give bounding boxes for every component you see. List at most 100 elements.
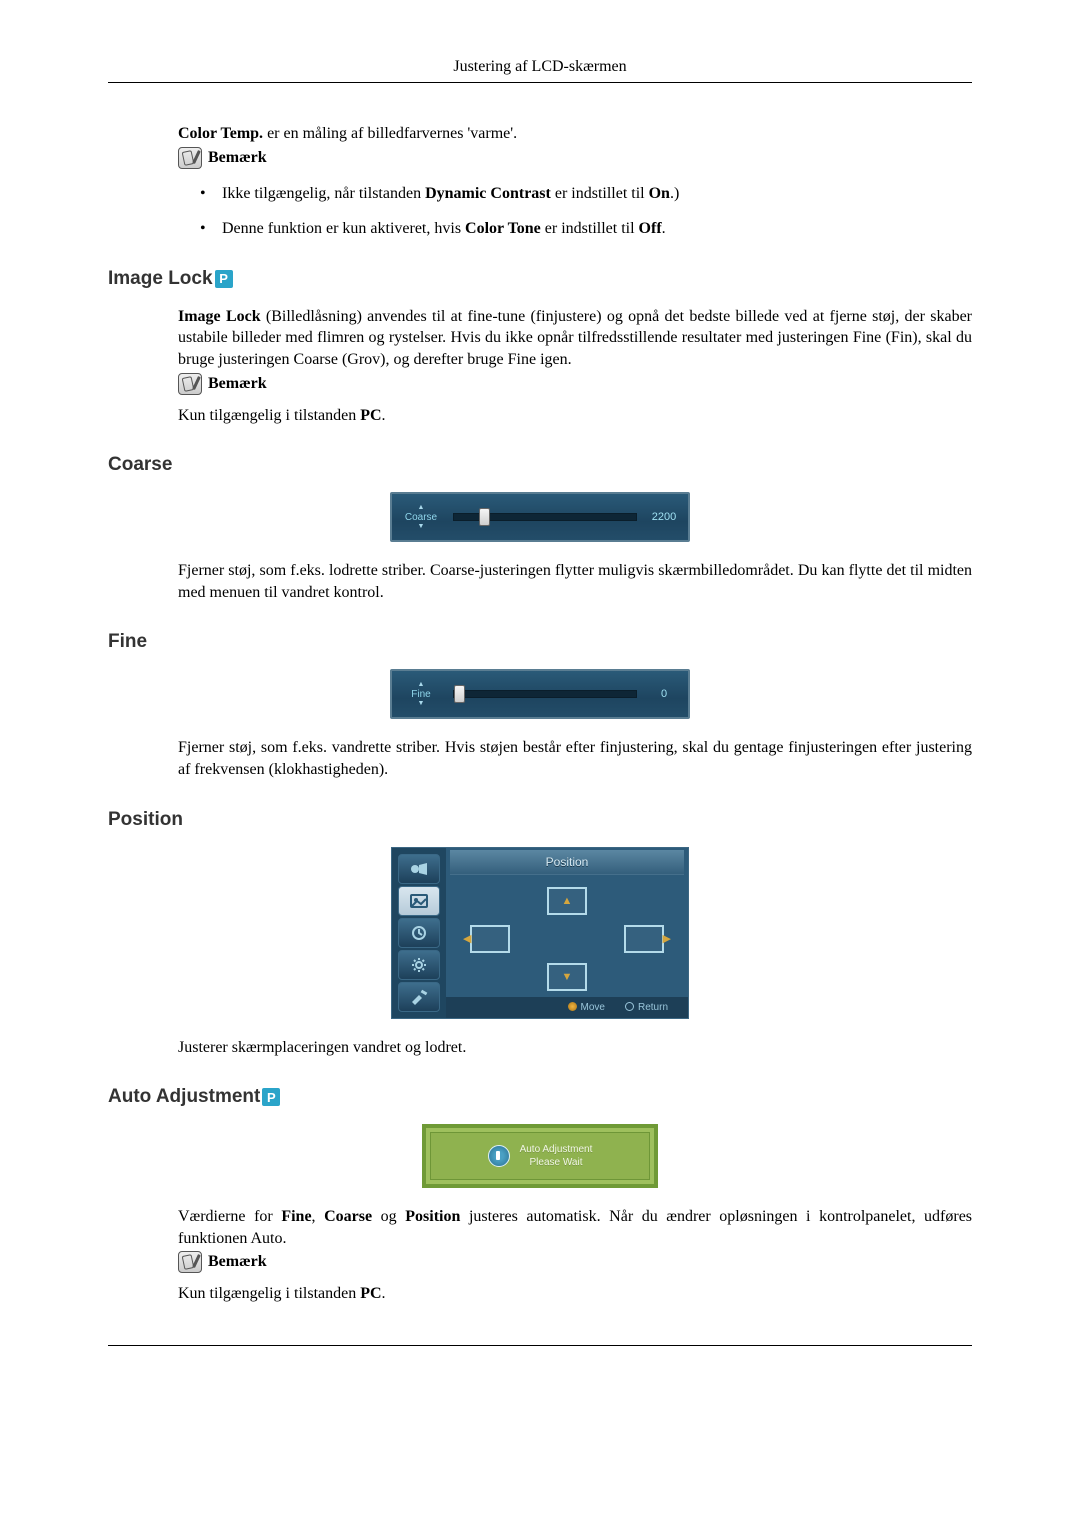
osd-side-item[interactable] — [398, 854, 440, 884]
section-auto-adjustment: Auto Adjustment P — [108, 1086, 972, 1108]
list-item: Denne funktion er kun aktiveret, hvis Co… — [194, 218, 972, 240]
image-lock-note-text: Kun tilgængelig i tilstanden PC. — [178, 405, 972, 427]
fine-slider-track[interactable] — [447, 674, 643, 714]
section-title-text: Image Lock — [108, 268, 213, 290]
section-fine: Fine — [108, 631, 972, 653]
osd-title: Position — [450, 850, 684, 875]
osd-side-item[interactable] — [398, 918, 440, 948]
auto-text: Auto Adjustment Please Wait — [520, 1143, 593, 1169]
fine-desc: Fjerner støj, som f.eks. vandrette strib… — [178, 737, 972, 780]
osd-side-item[interactable] — [398, 982, 440, 1012]
note-icon — [178, 373, 202, 395]
up-triangle-icon: ▲ — [418, 681, 425, 689]
note-row-1: Bemærk — [178, 147, 972, 169]
list-item: Ikke tilgængelig, når tilstanden Dynamic… — [194, 183, 972, 205]
osd-side-item-selected[interactable] — [398, 886, 440, 916]
pc-badge-icon: P — [215, 270, 233, 288]
slider-label: Coarse — [405, 512, 437, 523]
coarse-slider-label-group: ▲ Coarse ▼ — [395, 497, 447, 537]
txt: Off — [639, 220, 662, 237]
txt: Coarse — [324, 1208, 372, 1225]
down-triangle-icon: ▼ — [418, 700, 425, 708]
arrow-up-icon: ▲ — [562, 895, 573, 907]
section-title-text: Coarse — [108, 454, 172, 476]
note-icon — [178, 1251, 202, 1273]
txt: Kun tilgængelig i tilstanden — [178, 407, 360, 424]
txt: er indstillet til — [541, 220, 639, 237]
txt: .) — [670, 185, 679, 202]
section-image-lock: Image Lock P — [108, 268, 972, 290]
arrow-left-icon: ◀ — [463, 932, 471, 945]
txt: (Billedlåsning) anvendes til at fine-tun… — [178, 308, 972, 368]
pos-up[interactable]: ▲ — [547, 887, 587, 915]
coarse-desc: Fjerner støj, som f.eks. lodrette stribe… — [178, 560, 972, 603]
pos-left[interactable]: ◀ — [470, 925, 510, 953]
txt: Denne funktion er kun aktiveret, hvis — [222, 220, 465, 237]
fine-slider-panel: ▲ Fine ▼ 0 — [390, 669, 690, 719]
txt: Dynamic Contrast — [425, 185, 551, 202]
color-temp-bullets: Ikke tilgængelig, når tilstanden Dynamic… — [108, 183, 972, 240]
pos-down[interactable]: ▼ — [547, 963, 587, 991]
txt: , — [312, 1208, 325, 1225]
note-row-3: Bemærk — [178, 1251, 972, 1273]
arrow-right-icon: ▶ — [663, 932, 671, 945]
section-title-text: Auto Adjustment — [108, 1086, 260, 1108]
note-label: Bemærk — [208, 375, 267, 393]
color-temp-rest: er en måling af billedfarvernes 'varme'. — [263, 125, 517, 142]
note-label: Bemærk — [208, 149, 267, 167]
auto-para: Værdierne for Fine, Coarse og Position j… — [178, 1206, 972, 1249]
txt: Please Wait — [520, 1156, 593, 1169]
position-pad[interactable]: ▲ ◀ ▶ ▼ — [446, 877, 688, 997]
txt: Auto Adjustment — [520, 1143, 593, 1156]
txt: Position — [405, 1208, 460, 1225]
osd-footer: Move Return — [446, 997, 688, 1018]
position-desc: Justerer skærmplaceringen vandret og lod… — [178, 1037, 972, 1059]
pc-badge-icon: P — [262, 1088, 280, 1106]
osd-side-menu — [392, 848, 446, 1018]
note-row-2: Bemærk — [178, 373, 972, 395]
footer-return: Return — [625, 1002, 668, 1013]
info-icon — [488, 1145, 510, 1167]
up-triangle-icon: ▲ — [418, 504, 425, 512]
auto-note-text: Kun tilgængelig i tilstanden PC. — [178, 1283, 972, 1305]
txt: Fine — [281, 1208, 311, 1225]
section-title-text: Position — [108, 809, 183, 831]
txt: PC — [360, 407, 381, 424]
txt: er indstillet til — [551, 185, 649, 202]
txt: . — [382, 1285, 386, 1302]
coarse-value: 2200 — [643, 497, 685, 537]
section-coarse: Coarse — [108, 454, 972, 476]
slider-label: Fine — [411, 689, 430, 700]
color-temp-lead: Color Temp. er en måling af billedfarver… — [178, 123, 972, 145]
txt: Color Tone — [465, 220, 541, 237]
fine-slider-label-group: ▲ Fine ▼ — [395, 674, 447, 714]
color-temp-label: Color Temp. — [178, 125, 263, 142]
slider-thumb[interactable] — [454, 685, 465, 703]
down-triangle-icon: ▼ — [418, 523, 425, 531]
txt: PC — [360, 1285, 381, 1302]
osd-side-item[interactable] — [398, 950, 440, 980]
txt: og — [372, 1208, 405, 1225]
footer-move: Move — [568, 1002, 605, 1013]
fine-value: 0 — [643, 674, 685, 714]
pos-right[interactable]: ▶ — [624, 925, 664, 953]
section-title-text: Fine — [108, 631, 147, 653]
txt: . — [662, 220, 666, 237]
footer-rule — [108, 1345, 972, 1346]
section-position: Position — [108, 809, 972, 831]
txt: Kun tilgængelig i tilstanden — [178, 1285, 360, 1302]
txt: . — [382, 407, 386, 424]
note-icon — [178, 147, 202, 169]
image-lock-para: Image Lock (Billedlåsning) anvendes til … — [178, 306, 972, 371]
txt: Image Lock — [178, 308, 261, 325]
txt: Værdierne for — [178, 1208, 281, 1225]
coarse-slider-track[interactable] — [447, 497, 643, 537]
coarse-slider-panel: ▲ Coarse ▼ 2200 — [390, 492, 690, 542]
txt: On — [649, 185, 670, 202]
txt: Ikke tilgængelig, når tilstanden — [222, 185, 425, 202]
arrow-down-icon: ▼ — [562, 971, 573, 983]
slider-thumb[interactable] — [479, 508, 490, 526]
auto-adjustment-panel: Auto Adjustment Please Wait — [422, 1124, 658, 1188]
page-header: Justering af LCD-skærmen — [108, 58, 972, 83]
note-label: Bemærk — [208, 1253, 267, 1271]
